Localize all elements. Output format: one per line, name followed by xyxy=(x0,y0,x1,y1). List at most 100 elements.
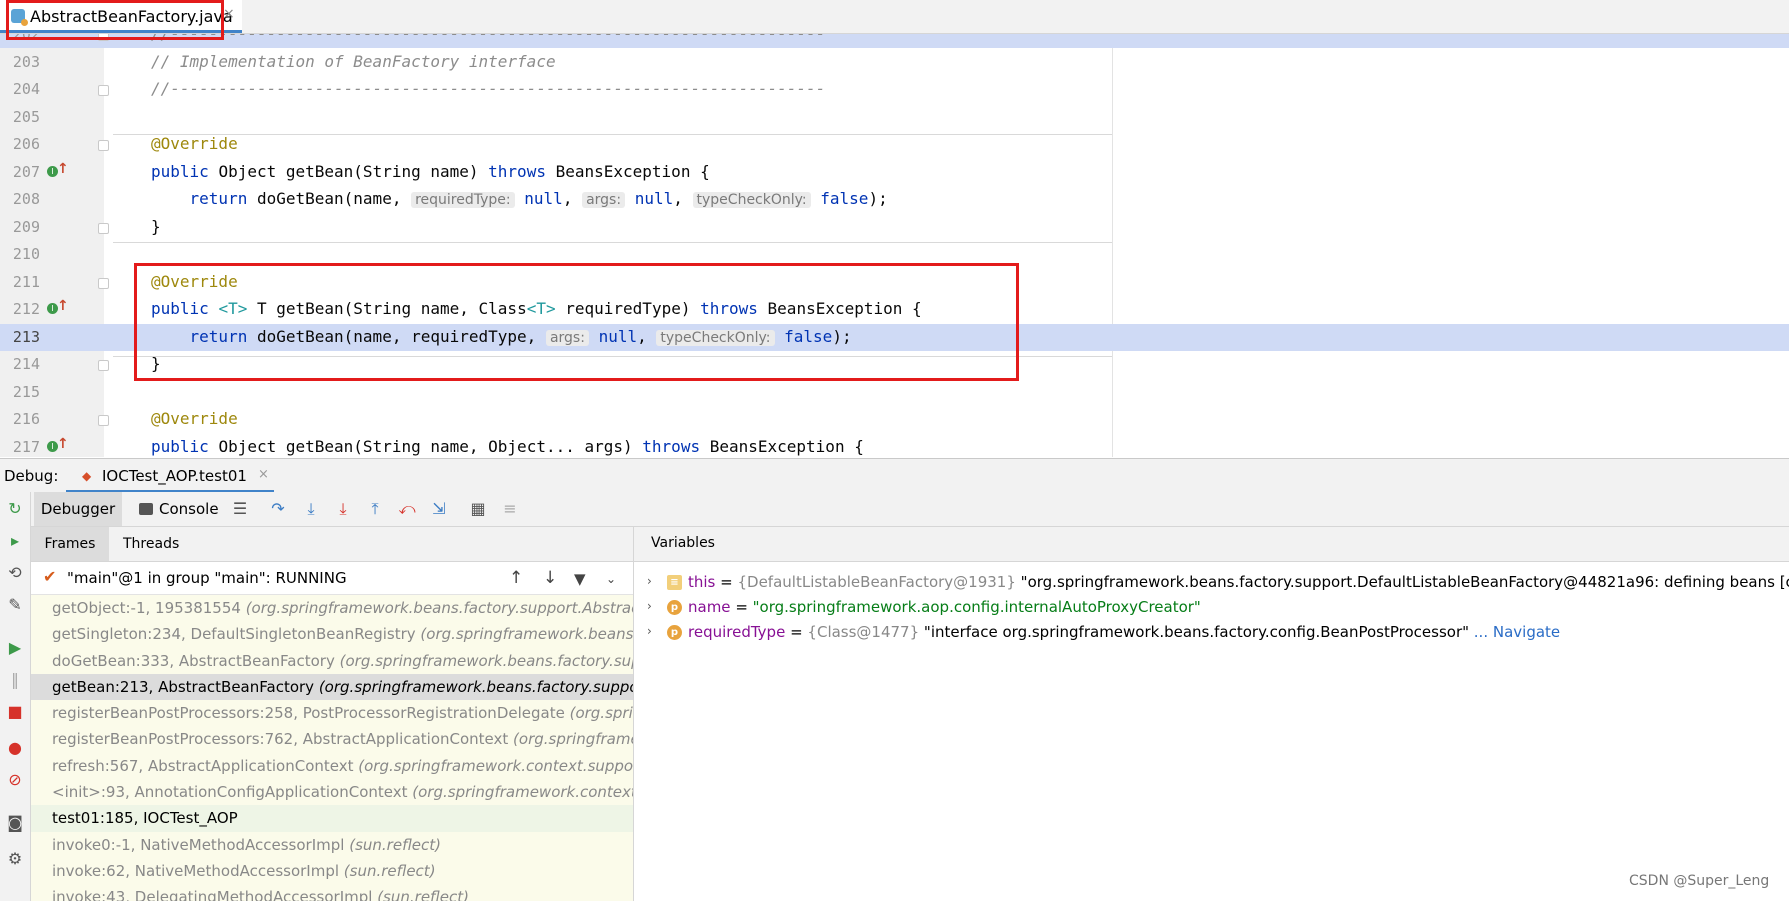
mute-breakpoints-icon[interactable]: ⊘ xyxy=(4,769,26,791)
code-line[interactable]: 206 @Override xyxy=(0,131,1789,158)
tab-frames[interactable]: Frames xyxy=(31,527,109,561)
code-line[interactable]: 212 I ↑ public <T> T getBean(String name, C… xyxy=(0,296,1789,323)
line-number[interactable]: 202 xyxy=(0,34,40,43)
view-breakpoints-icon[interactable]: ● xyxy=(4,737,26,759)
trace-stream-icon[interactable]: ≡ xyxy=(500,499,520,519)
close-tab-icon[interactable]: × xyxy=(223,6,235,22)
line-number[interactable]: 206 xyxy=(0,135,40,153)
code-line[interactable]: 217 I ↑ public Object getBean(String name, … xyxy=(0,434,1789,458)
step-over-icon[interactable]: ↷ xyxy=(268,499,288,519)
variable-row[interactable]: › p requiredType = {Class@1477} "interface… xyxy=(634,621,1789,646)
line-number[interactable]: 214 xyxy=(0,355,40,373)
settings-gear-icon[interactable]: ⚙ xyxy=(4,848,26,870)
code-line[interactable]: 208 return doGetBean(name, requiredType:… xyxy=(0,186,1789,213)
thread-selector[interactable]: ✔ "main"@1 in group "main": RUNNING ↑ ↓ … xyxy=(31,562,633,595)
get-thread-dump-icon[interactable]: ◙ xyxy=(4,812,26,834)
fold-marker-icon[interactable] xyxy=(98,277,109,289)
drop-frame-icon[interactable]: ⤺ xyxy=(397,499,417,519)
layout-menu-icon[interactable]: ☰ xyxy=(230,499,250,519)
code-line[interactable]: 210 xyxy=(0,241,1789,268)
code-line[interactable]: 204 //-----------------------------------… xyxy=(0,76,1789,103)
fold-marker-icon[interactable] xyxy=(98,360,109,371)
fold-marker-icon[interactable] xyxy=(98,85,109,96)
stack-frame-row[interactable]: getObject:-1, 195381554 (org.springframe… xyxy=(31,595,633,622)
step-into-icon[interactable]: ⤓ xyxy=(301,499,321,519)
force-step-into-icon[interactable]: ⤓ xyxy=(333,499,353,519)
overrides-arrow-icon[interactable]: ↑ xyxy=(57,161,69,177)
line-number[interactable]: 208 xyxy=(0,190,40,208)
line-number[interactable]: 203 xyxy=(0,53,40,71)
stack-frame-row[interactable]: test01:185, IOCTest_AOP xyxy=(31,805,633,832)
code-line[interactable]: 202 //-----------------------------------… xyxy=(0,34,1789,48)
expand-chevron-icon[interactable]: › xyxy=(647,624,652,638)
code-line[interactable]: 211 @Override xyxy=(0,269,1789,296)
settings-wrench-icon[interactable]: ✎ xyxy=(4,594,26,616)
code-line[interactable]: 209} xyxy=(0,214,1789,241)
pause-program-icon[interactable]: ‖ xyxy=(4,669,26,691)
fold-marker-icon[interactable] xyxy=(98,415,109,426)
fold-marker-icon[interactable] xyxy=(98,140,109,151)
method-separator xyxy=(113,356,1112,357)
thread-label: "main"@1 in group "main": RUNNING xyxy=(67,569,347,587)
overrides-arrow-icon[interactable]: ↑ xyxy=(57,436,69,452)
close-session-icon[interactable]: × xyxy=(258,467,269,482)
code-line[interactable]: 215 xyxy=(0,379,1789,406)
debug-session-tab[interactable]: ◆ IOCTest_AOP.test01 × xyxy=(66,459,274,493)
evaluate-expression-icon[interactable]: ▦ xyxy=(468,499,488,519)
code-line[interactable]: 213 return doGetBean(name, requiredType,… xyxy=(0,323,1789,351)
stack-frame-row[interactable]: getBean:213, AbstractBeanFactory (org.sp… xyxy=(31,673,633,701)
editor-tab-abstractbeanfactory[interactable]: AbstractBeanFactory.java × xyxy=(0,0,242,33)
line-number[interactable]: 213 xyxy=(0,328,40,346)
stack-frame-row[interactable]: doGetBean:333, AbstractBeanFactory (org.… xyxy=(31,647,633,674)
expand-chevron-icon[interactable]: › xyxy=(647,599,652,613)
code-token: , xyxy=(673,189,693,208)
code-line[interactable]: 205 xyxy=(0,104,1789,131)
overrides-arrow-icon[interactable]: ↑ xyxy=(57,298,69,314)
stack-frame-row[interactable]: registerBeanPostProcessors:762, Abstract… xyxy=(31,726,633,753)
line-number[interactable]: 212 xyxy=(0,300,40,318)
resume-program-icon[interactable]: ▶ xyxy=(4,637,26,659)
line-number[interactable]: 205 xyxy=(0,108,40,126)
variable-link[interactable]: ... Navigate xyxy=(1469,623,1560,641)
line-number[interactable]: 215 xyxy=(0,383,40,401)
line-number[interactable]: 207 xyxy=(0,163,40,181)
code-token: @Override xyxy=(151,134,238,153)
frame-package: (sun.reflect) xyxy=(349,835,441,854)
tab-debugger[interactable]: Debugger xyxy=(34,492,122,526)
fold-marker-icon[interactable] xyxy=(98,222,109,234)
variable-row[interactable]: › ≡ this = {DefaultListableBeanFactory@193… xyxy=(634,571,1789,596)
stack-frame-row[interactable]: <init>:93, AnnotationConfigApplicationCo… xyxy=(31,779,633,806)
step-out-icon[interactable]: ⤒ xyxy=(365,499,385,519)
stop-icon[interactable]: ■ xyxy=(4,701,26,723)
line-number[interactable]: 204 xyxy=(0,80,40,98)
line-number[interactable]: 217 xyxy=(0,438,40,456)
rerun-failed-icon[interactable]: ▸ xyxy=(4,530,26,552)
variable-text: name = "org.springframework.aop.config.i… xyxy=(688,598,1201,616)
code-line[interactable]: 216 @Override xyxy=(0,406,1789,433)
stack-frame-row[interactable]: invoke:62, NativeMethodAccessorImpl (sun… xyxy=(31,857,633,885)
line-number[interactable]: 211 xyxy=(0,273,40,291)
line-number[interactable]: 216 xyxy=(0,410,40,428)
code-editor[interactable]: 202 //-----------------------------------… xyxy=(0,34,1789,457)
stack-frame-row[interactable]: registerBeanPostProcessors:258, PostProc… xyxy=(31,700,633,727)
chevron-down-icon[interactable]: ⌄ xyxy=(606,572,616,586)
filter-icon[interactable]: ▼ xyxy=(574,570,586,588)
stack-frame-row[interactable]: invoke0:-1, NativeMethodAccessorImpl (su… xyxy=(31,831,633,858)
stack-frame-row[interactable]: refresh:567, AbstractApplicationContext … xyxy=(31,752,633,780)
variable-row[interactable]: › p name = "org.springframework.aop.config… xyxy=(634,596,1789,621)
next-frame-icon[interactable]: ↓ xyxy=(543,568,557,588)
tab-threads[interactable]: Threads xyxy=(123,527,179,561)
run-to-cursor-icon[interactable]: ⇲ xyxy=(429,499,449,519)
stack-frame-row[interactable]: invoke:43, DelegatingMethodAccessorImpl … xyxy=(31,884,633,901)
previous-frame-icon[interactable]: ↑ xyxy=(509,568,523,588)
restore-layout-icon[interactable]: ⟲ xyxy=(4,562,26,584)
stack-frame-row[interactable]: getSingleton:234, DefaultSingletonBeanRe… xyxy=(31,621,633,648)
code-line[interactable]: 203 // Implementation of BeanFactory inte… xyxy=(0,49,1789,76)
expand-chevron-icon[interactable]: › xyxy=(647,574,652,588)
fold-marker-icon[interactable] xyxy=(98,34,109,41)
line-number[interactable]: 210 xyxy=(0,245,40,263)
code-line[interactable]: 207 I ↑ public Object getBean(String name) … xyxy=(0,159,1789,186)
line-number[interactable]: 209 xyxy=(0,218,40,236)
rerun-icon[interactable]: ↻ xyxy=(4,498,26,520)
